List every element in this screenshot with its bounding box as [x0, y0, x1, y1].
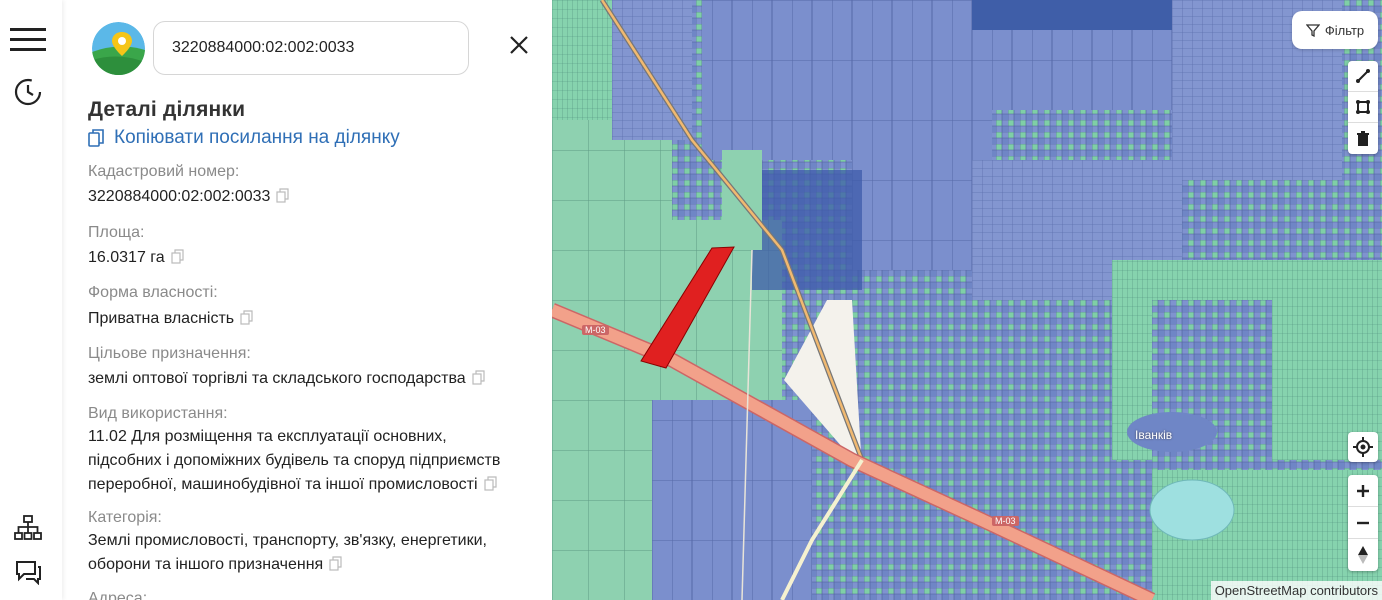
line-icon — [1356, 69, 1370, 83]
map-attribution[interactable]: OpenStreetMap contributors — [1210, 581, 1382, 600]
usage-line: підсобних і допоміжних будівель та спору… — [88, 452, 501, 469]
filter-button[interactable]: Фільтр — [1292, 11, 1378, 49]
ownership-label: Форма власності: — [88, 284, 218, 301]
polygon-icon — [1356, 100, 1370, 114]
cadastral-map[interactable]: Іванків М-03 М-03 Фільтр OpenStreetMap c… — [552, 0, 1382, 600]
search-input[interactable] — [153, 21, 469, 75]
usage-line: переробної, машинобудівної та іншої пром… — [88, 476, 478, 493]
draw-tools — [1348, 61, 1378, 154]
close-icon[interactable] — [506, 32, 532, 58]
filter-icon — [1305, 24, 1320, 37]
ownership-text: Приватна власність — [88, 310, 235, 327]
zoom-in-button[interactable] — [1348, 475, 1378, 507]
trash-icon — [1357, 130, 1369, 146]
road-label: М-03 — [582, 325, 609, 335]
hamburger-menu-icon[interactable] — [8, 19, 48, 59]
copy-parcel-link-button[interactable]: Копіювати посилання на ділянку — [88, 127, 400, 149]
delete-drawing-button[interactable] — [1348, 123, 1378, 154]
draw-polygon-button[interactable] — [1348, 92, 1378, 123]
area-text: 16.0317 га — [88, 249, 165, 266]
zoom-out-button[interactable] — [1348, 507, 1378, 539]
road-label: М-03 — [992, 516, 1019, 526]
address-label: Адреса: — [88, 590, 148, 600]
chat-icon[interactable] — [8, 552, 48, 592]
copy-icon[interactable] — [171, 249, 184, 264]
filter-label: Фільтр — [1324, 22, 1365, 38]
plus-icon — [1357, 484, 1369, 497]
history-icon[interactable] — [8, 72, 48, 112]
usage-value: 11.02 Для розміщення та експлуатації осн… — [88, 425, 500, 497]
category-value: Землі промисловості, транспорту, зв'язку… — [88, 529, 487, 577]
crosshair-icon — [1353, 437, 1373, 457]
usage-line: 11.02 Для розміщення та експлуатації осн… — [88, 428, 447, 445]
minus-icon — [1357, 521, 1369, 524]
copy-icon — [88, 129, 104, 147]
cadastral-number-text: 3220884000:02:002:0033 — [88, 188, 271, 205]
copy-link-label: Копіювати посилання на ділянку — [114, 127, 400, 148]
category-line: Землі промисловості, транспорту, зв'язку… — [88, 532, 487, 549]
category-line: оборони та іншого призначення — [88, 556, 324, 573]
place-label: Іванків — [1135, 428, 1173, 442]
copy-icon[interactable] — [240, 310, 253, 325]
usage-label: Вид використання: — [88, 405, 228, 422]
hierarchy-icon[interactable] — [8, 508, 48, 548]
locate-me-button[interactable] — [1348, 432, 1378, 462]
left-rail — [0, 0, 62, 600]
ownership-value: Приватна власність — [88, 307, 253, 331]
copy-icon[interactable] — [329, 556, 342, 571]
purpose-text: землі оптової торгівлі та складського го… — [88, 370, 466, 387]
copy-icon[interactable] — [276, 188, 290, 203]
reset-north-button[interactable] — [1348, 539, 1378, 571]
zoom-controls — [1348, 475, 1378, 571]
map-canvas[interactable] — [552, 0, 1382, 600]
purpose-label: Цільове призначення: — [88, 345, 251, 362]
parcel-details-panel: Деталі ділянки Копіювати посилання на ді… — [62, 0, 552, 600]
cadastral-number-value: 3220884000:02:002:0033 — [88, 185, 290, 209]
cadastral-number-label: Кадастровий номер: — [88, 163, 240, 180]
panel-title: Деталі ділянки — [88, 98, 246, 121]
category-label: Категорія: — [88, 509, 162, 526]
area-value: 16.0317 га — [88, 246, 184, 270]
draw-line-button[interactable] — [1348, 61, 1378, 92]
copy-icon[interactable] — [483, 476, 497, 491]
purpose-value: землі оптової торгівлі та складського го… — [88, 367, 485, 391]
area-label: Площа: — [88, 224, 145, 241]
compass-icon — [1358, 546, 1368, 564]
app-logo-icon — [92, 22, 145, 75]
copy-icon[interactable] — [472, 370, 485, 385]
